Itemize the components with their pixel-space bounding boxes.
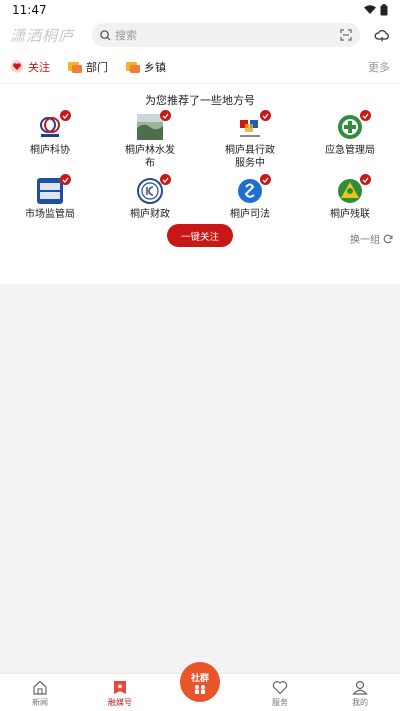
cloud-icon xyxy=(374,29,389,41)
heart-outline-icon xyxy=(272,681,288,695)
check-icon xyxy=(360,110,371,121)
account-name: 应急管理局 xyxy=(325,145,375,156)
account-name: 桐庐财政 xyxy=(130,209,170,220)
kexie-logo xyxy=(37,110,71,140)
justice-logo xyxy=(237,174,271,204)
battery-icon xyxy=(380,4,388,16)
town-icon xyxy=(126,62,140,73)
service-center-logo xyxy=(237,110,271,140)
heart-icon xyxy=(10,60,24,73)
emergency-logo xyxy=(337,110,371,140)
check-icon xyxy=(60,174,71,185)
account-item[interactable]: 应急管理局 xyxy=(300,110,400,176)
status-icons xyxy=(364,4,388,16)
tab-department-label: 部门 xyxy=(86,60,108,74)
check-icon xyxy=(260,110,271,121)
nav-mine[interactable]: 我的 xyxy=(320,674,400,711)
tab-town[interactable]: 乡镇 xyxy=(126,59,166,75)
top-bar: 潇洒桐庐 搜索 xyxy=(0,20,400,50)
finance-logo xyxy=(137,174,171,204)
account-item[interactable]: 桐庐林水发布 xyxy=(100,110,200,176)
scan-icon[interactable] xyxy=(340,29,352,41)
refresh-label: 换一组 xyxy=(350,235,380,246)
community-label: 社群 xyxy=(190,673,209,684)
tab-town-label: 乡镇 xyxy=(144,60,166,74)
more-link[interactable]: 更多 xyxy=(368,59,390,75)
nav-service[interactable]: 服务 xyxy=(240,674,320,711)
account-name: 市场监管局 xyxy=(25,209,75,220)
wifi-icon xyxy=(364,5,376,14)
check-icon xyxy=(260,174,271,185)
account-item[interactable]: 桐庐科协 xyxy=(0,110,100,176)
account-name: 桐庐县行政服务中 xyxy=(225,145,275,169)
account-name: 桐庐司法 xyxy=(230,209,270,220)
app-logo: 潇洒桐庐 xyxy=(10,26,75,45)
cloud-weather-button[interactable] xyxy=(360,29,390,42)
bookmark-icon xyxy=(114,681,126,694)
status-time: 11:47 xyxy=(12,3,47,17)
account-item[interactable]: 桐庐县行政服务中 xyxy=(200,110,300,176)
refresh-button[interactable]: 换一组 xyxy=(350,231,393,246)
nav-media-label: 融媒号 xyxy=(108,698,132,707)
nav-news[interactable]: 新闻 xyxy=(0,674,80,711)
tab-department[interactable]: 部门 xyxy=(68,59,108,75)
account-name: 桐庐林水发布 xyxy=(125,145,175,169)
check-icon xyxy=(360,174,371,185)
disabled-federation-logo xyxy=(337,174,371,204)
recommend-grid: 桐庐科协 桐庐林水发布 桐庐县行政服务中 应急管理局 市场监管局 桐庐财政 桐庐… xyxy=(0,110,400,242)
search-icon xyxy=(100,29,111,41)
nav-media[interactable]: 融媒号 xyxy=(80,674,160,711)
search-placeholder: 搜索 xyxy=(115,29,137,42)
market-logo xyxy=(37,174,71,204)
bottom-nav: 新闻 融媒号 服务 我的 社群 xyxy=(0,662,400,711)
community-button[interactable]: 社群 xyxy=(180,662,220,702)
tab-follow[interactable]: 关注 xyxy=(10,59,50,75)
search-input[interactable]: 搜索 xyxy=(92,23,360,47)
recommend-panel: 为您推荐了一些地方号 桐庐科协 桐庐林水发布 桐庐县行政服务中 应急管理局 市场… xyxy=(0,84,400,284)
account-item[interactable]: 市场监管局 xyxy=(0,174,100,242)
nav-mine-label: 我的 xyxy=(352,698,368,707)
user-icon xyxy=(352,680,368,695)
recommend-title: 为您推荐了一些地方号 xyxy=(145,94,255,107)
nav-news-label: 新闻 xyxy=(32,698,48,707)
check-icon xyxy=(160,174,171,185)
refresh-icon xyxy=(383,234,393,243)
account-name: 桐庐残联 xyxy=(330,209,370,220)
status-bar: 11:47 xyxy=(0,0,400,20)
home-icon xyxy=(33,680,47,695)
department-icon xyxy=(68,62,82,73)
tab-follow-label: 关注 xyxy=(28,60,50,74)
people-icon xyxy=(195,684,205,694)
check-icon xyxy=(160,110,171,121)
follow-all-button[interactable]: 一键关注 xyxy=(167,224,233,247)
account-name: 桐庐科协 xyxy=(30,145,70,156)
check-icon xyxy=(60,110,71,121)
category-tabs: 关注 部门 乡镇 更多 xyxy=(0,50,400,84)
linshui-logo xyxy=(137,110,171,140)
nav-service-label: 服务 xyxy=(272,698,288,707)
